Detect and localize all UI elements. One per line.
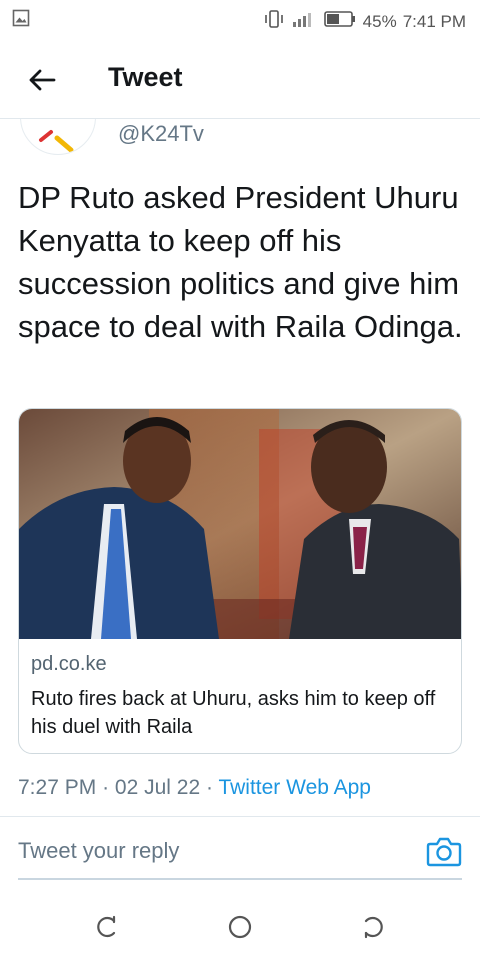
back-button[interactable] <box>22 62 62 98</box>
tweet-date: 02 Jul 22 <box>114 776 201 799</box>
battery-icon <box>323 10 357 33</box>
meta-divider <box>0 816 480 817</box>
meta-separator: · <box>102 776 110 799</box>
tweet-meta: 7:27 PM · 02 Jul 22 · Twitter Web App <box>18 776 371 800</box>
camera-icon <box>426 837 462 867</box>
status-bar: 45% 7:41 PM <box>0 0 480 36</box>
signal-icon <box>291 9 317 34</box>
status-time: 7:41 PM <box>402 11 466 31</box>
card-image <box>19 409 461 639</box>
vibrate-icon <box>263 8 285 35</box>
reply-composer: Tweet your reply <box>0 826 480 878</box>
back-nav-icon[interactable] <box>358 912 388 942</box>
card-domain: pd.co.ke <box>31 653 107 675</box>
recent-apps-icon[interactable] <box>92 912 122 942</box>
arrow-left-icon <box>29 69 56 91</box>
reply-underline <box>18 878 462 880</box>
page-title: Tweet <box>108 62 183 92</box>
avatar[interactable] <box>20 119 96 155</box>
reply-input[interactable]: Tweet your reply <box>18 838 179 864</box>
system-nav-bar <box>0 900 480 960</box>
author-row: @K24Tv <box>0 119 480 167</box>
link-card[interactable]: pd.co.ke Ruto fires back at Uhuru, asks … <box>18 408 462 754</box>
card-title: Ruto fires back at Uhuru, asks him to ke… <box>31 688 436 738</box>
battery-percent: 45% <box>362 11 397 31</box>
home-icon[interactable] <box>225 912 255 942</box>
meta-separator: · <box>205 776 213 799</box>
tweet-header: Tweet <box>0 48 480 114</box>
camera-button[interactable] <box>426 834 462 868</box>
author-handle[interactable]: @K24Tv <box>118 121 204 147</box>
image-notification-icon <box>12 9 30 32</box>
tweet-text: DP Ruto asked President Uhuru Kenyatta t… <box>18 180 463 344</box>
tweet-time: 7:27 PM <box>18 776 97 799</box>
tweet-source-link[interactable]: Twitter Web App <box>218 776 371 799</box>
